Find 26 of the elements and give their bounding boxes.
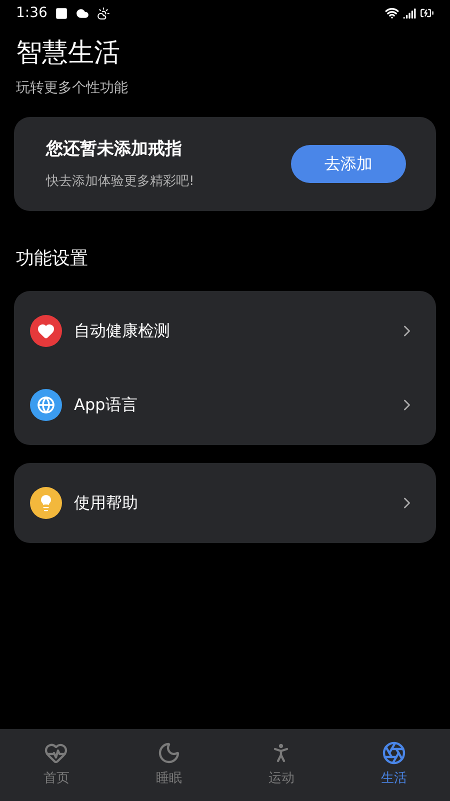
notification-icon [55,6,68,20]
cloud-icon [76,6,90,20]
settings-item[interactable]: 自动健康检测 [14,294,436,368]
heart-pulse-icon [44,741,68,766]
settings-item-label: App语言 [74,394,138,416]
page-title: 智慧生活 [16,37,121,70]
ring-card-title: 您还暂未添加戒指 [46,138,183,160]
weather-icon [97,6,110,20]
battery-icon [420,6,434,20]
section-title: 功能设置 [15,247,89,271]
page-subtitle: 玩转更多个性功能 [16,79,129,98]
nav-tab[interactable]: 首页 [0,729,112,801]
nav-tab[interactable]: 运动 [225,729,338,801]
status-time: 1:36 [16,4,48,22]
aperture-icon [382,741,406,766]
signal-icon [403,6,416,20]
settings-item-label: 自动健康检测 [74,320,171,342]
settings-item[interactable]: 使用帮助 [14,466,436,540]
nav-tab[interactable]: 生活 [338,729,450,801]
moon-icon [156,741,181,766]
add-button[interactable]: 去添加 [291,145,406,183]
settings-item[interactable]: App语言 [14,368,436,442]
nav-tab[interactable]: 睡眠 [112,729,225,801]
wifi-icon [385,6,399,20]
settings-item-label: 使用帮助 [74,492,139,514]
ring-card-subtitle: 快去添加体验更多精彩吧! [46,173,194,191]
